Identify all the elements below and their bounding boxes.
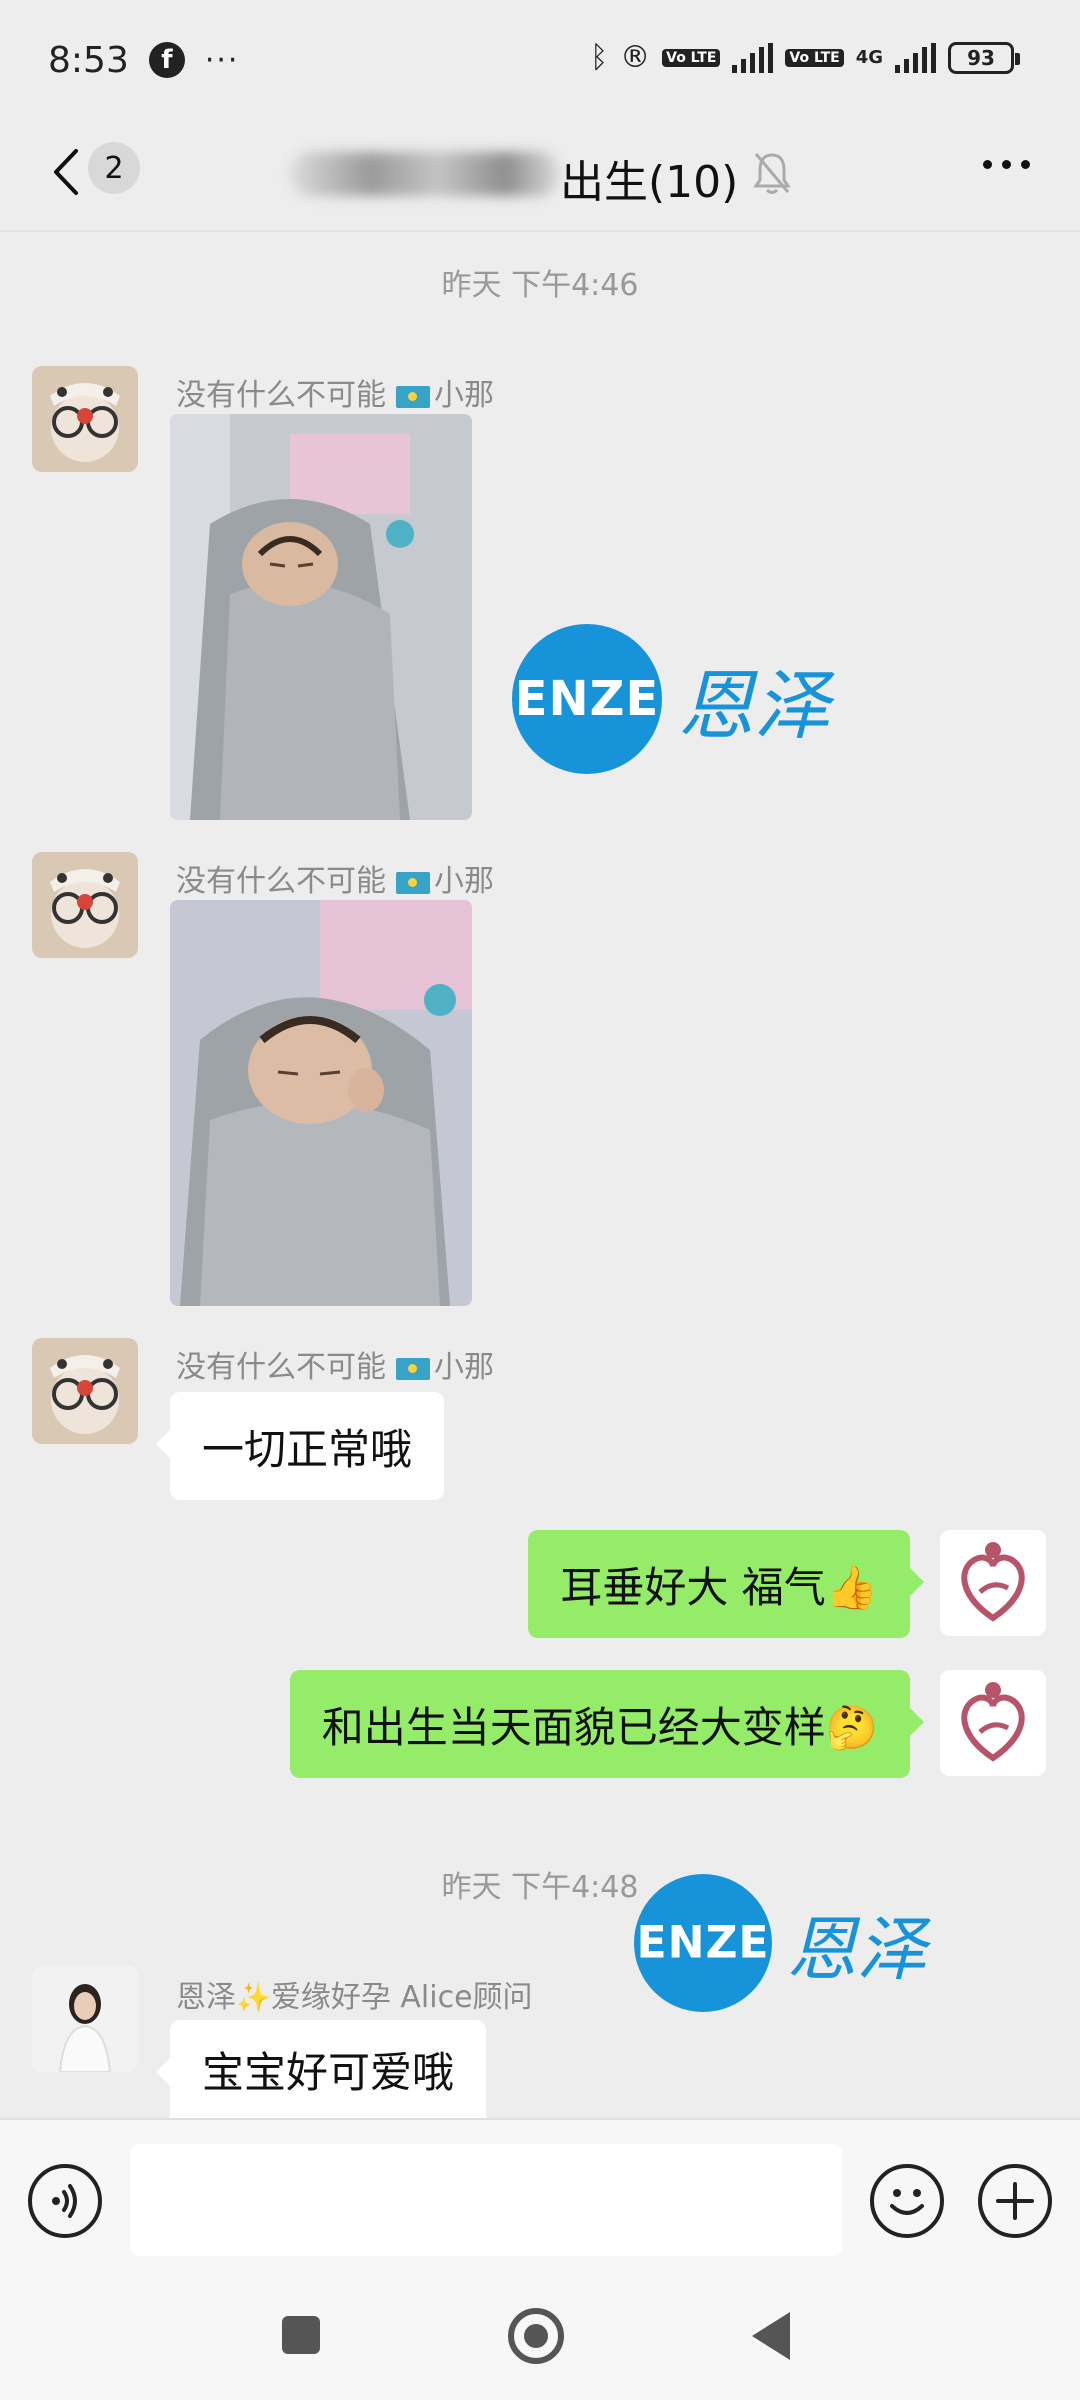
- chevron-left-icon: [54, 149, 78, 195]
- mute-bell-icon: [753, 153, 791, 194]
- self-avatar[interactable]: [940, 1530, 1046, 1636]
- sender-avatar[interactable]: [32, 852, 138, 958]
- bluetooth-icon: ᛒ: [590, 40, 609, 75]
- sender-avatar[interactable]: [32, 1338, 138, 1444]
- message-photo[interactable]: [170, 414, 472, 820]
- self-message-bubble[interactable]: 和出生当天面貌已经大变样🤔: [289, 1670, 925, 1778]
- sender-avatar[interactable]: [32, 366, 138, 472]
- recent-apps-button[interactable]: [282, 2316, 320, 2354]
- star-emoji-icon: ✨: [236, 1981, 271, 2014]
- more-actions-button[interactable]: [978, 2164, 1052, 2238]
- unread-count-badge[interactable]: 2: [88, 142, 140, 194]
- battery-icon: 93: [948, 41, 1020, 74]
- watermark-logo: ENZE: [512, 624, 662, 774]
- sender-name: 没有什么不可能 小那: [176, 1350, 494, 1385]
- watermark-cn-text: 恩泽: [786, 1908, 927, 1990]
- network-type: 4G: [855, 47, 883, 68]
- message-input[interactable]: [130, 2144, 842, 2256]
- sender-name: 没有什么不可能 小那: [176, 378, 494, 413]
- voice-input-button[interactable]: [28, 2164, 102, 2238]
- battery-level: 93: [967, 45, 995, 70]
- self-message-bubble[interactable]: 耳垂好大 福气👍: [528, 1530, 924, 1638]
- registered-icon: ®: [620, 40, 651, 75]
- plus-icon: [996, 2182, 1034, 2220]
- facebook-icon: f: [148, 42, 185, 78]
- volte-icon-2: Vo LTE: [785, 48, 844, 67]
- message-bubble[interactable]: 宝宝好可爱哦: [155, 2020, 487, 2118]
- voice-icon: [52, 2184, 77, 2218]
- sender-name: 没有什么不可能 小那: [176, 864, 494, 899]
- emoji-button[interactable]: [870, 2164, 944, 2238]
- watermark-cn-text: 恩泽: [678, 661, 830, 750]
- back-button[interactable]: [40, 142, 90, 202]
- message-bubble[interactable]: 一切正常哦: [155, 1392, 445, 1500]
- watermark-logo: ENZE: [634, 1874, 772, 2012]
- system-nav-bar: [0, 2282, 1080, 2400]
- status-more-icon: ···: [204, 42, 240, 78]
- smile-icon: [890, 2189, 924, 2215]
- sender-name: 恩泽✨爱缘好孕 Alice顾问: [176, 1980, 533, 2015]
- volte-icon: Vo LTE: [662, 48, 721, 67]
- self-avatar[interactable]: [940, 1670, 1046, 1776]
- more-options-button[interactable]: [983, 160, 1030, 169]
- chat-title: 出生(10): [560, 157, 739, 208]
- blurred-title-part: [290, 152, 560, 196]
- kazakhstan-flag-icon: [396, 385, 430, 408]
- sender-avatar[interactable]: [32, 1966, 138, 2072]
- status-icons: ᛒ ® Vo LTE Vo LTE 4G 93: [590, 40, 1020, 75]
- system-back-button[interactable]: [752, 2312, 790, 2360]
- signal-icon-2: [895, 42, 936, 73]
- message-timestamp: 昨天 下午4:46: [441, 268, 639, 303]
- chat-header: 2 出生(10): [0, 120, 1080, 230]
- home-button[interactable]: [508, 2308, 564, 2364]
- message-photo[interactable]: [170, 900, 472, 1306]
- chat-input-bar: [0, 2118, 1080, 2282]
- enze-watermark: ENZE 恩泽: [634, 1874, 927, 2012]
- enze-watermark: ENZE 恩泽: [512, 624, 830, 774]
- status-time: 8:53: [48, 39, 129, 81]
- status-bar: 8:53 f ··· ᛒ ® Vo LTE Vo LTE 4G 93: [0, 0, 1080, 120]
- kazakhstan-flag-icon: [396, 871, 430, 894]
- kazakhstan-flag-icon: [396, 1357, 430, 1380]
- signal-icon: [732, 42, 774, 73]
- header-divider: [0, 230, 1080, 232]
